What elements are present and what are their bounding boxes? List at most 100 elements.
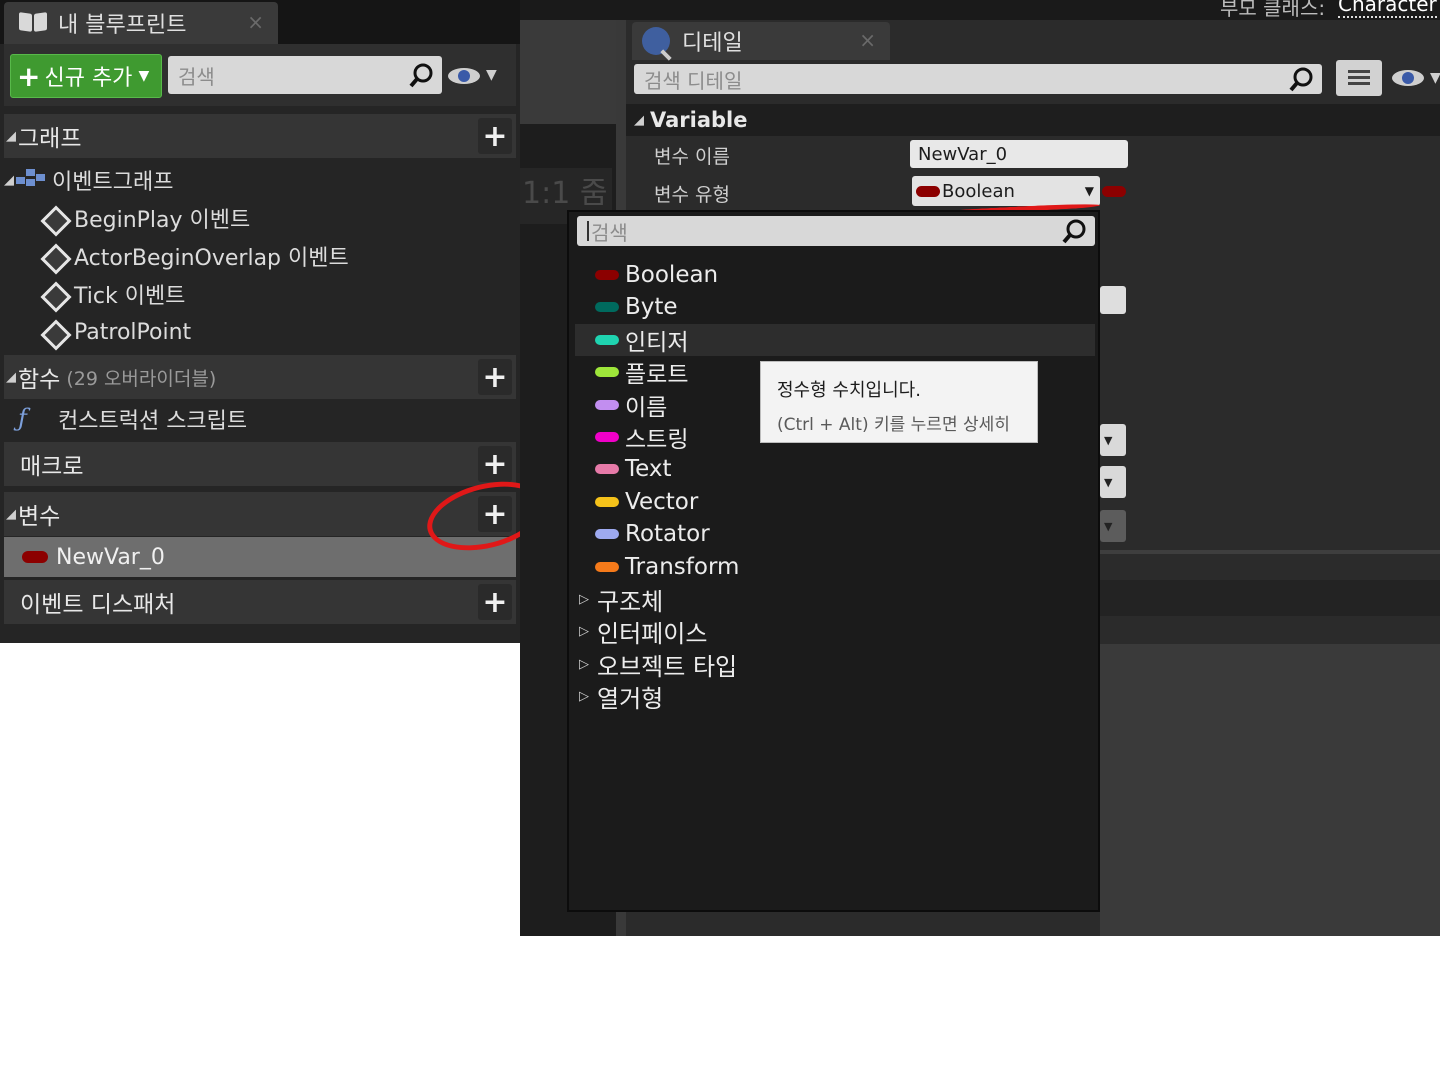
details-tab[interactable]: 디테일 × [632, 22, 890, 60]
section-graphs-title: 그래프 [18, 126, 82, 152]
add-macro-button[interactable]: + [478, 446, 512, 482]
type-pin-icon [595, 497, 619, 507]
type-group-label: 열거형 [597, 684, 664, 713]
search-icon [1062, 219, 1086, 244]
section-macros[interactable]: 매크로 + [4, 442, 516, 486]
type-group-label: 구조체 [597, 587, 664, 616]
collapse-arrow-icon: ◢ [634, 112, 644, 128]
add-function-button[interactable]: + [478, 359, 512, 395]
variable-section-header[interactable]: ◢ Variable [626, 104, 1440, 136]
chevron-down-icon: ▼ [1104, 433, 1113, 447]
tooltip-hint: (Ctrl + Alt) 키를 누르면 상세히 [777, 415, 1010, 435]
view-options-eye-icon[interactable] [448, 66, 482, 86]
section-functions[interactable]: ◢ 함수 (29 오버라이더블) + [4, 355, 516, 399]
section-macros-title: 매크로 [20, 454, 84, 480]
type-option-label: Rotator [625, 521, 710, 547]
tree-item-event[interactable]: BeginPlay 이벤트 [40, 200, 250, 236]
chevron-down-icon[interactable]: ▼ [1430, 70, 1440, 86]
type-option-label: 스트링 [625, 427, 689, 453]
add-new-button[interactable]: + 신규 추가 ▼ [10, 54, 162, 98]
type-option-label: Transform [625, 554, 740, 580]
event-node-icon [40, 243, 66, 269]
add-event-dispatcher-button[interactable]: + [478, 584, 512, 620]
event-label: Tick 이벤트 [74, 284, 186, 309]
event-node-icon [40, 281, 66, 307]
type-pin-icon [595, 464, 619, 474]
variable-name-input[interactable]: NewVar_0 [910, 140, 1128, 168]
expand-arrow-icon: ▷ [579, 623, 589, 639]
expand-arrow-icon: ▷ [579, 591, 589, 607]
close-icon[interactable]: × [247, 10, 264, 34]
collapse-arrow-icon: ◢ [6, 369, 16, 385]
event-label: BeginPlay 이벤트 [74, 208, 251, 233]
type-option[interactable]: Byte [575, 291, 1095, 323]
search-placeholder: 검색 디테일 [644, 68, 743, 93]
section-event-dispatchers[interactable]: 이벤트 디스패처 + [4, 580, 516, 624]
collapse-arrow-icon: ◢ [4, 172, 14, 188]
property-dropdown[interactable]: ▼ [1100, 466, 1126, 498]
tree-item-event-graph[interactable]: ◢ 이벤트그래프 [4, 162, 173, 198]
type-option-label: Boolean [625, 262, 719, 288]
type-option[interactable]: 인티저 [575, 324, 1095, 356]
details-info-icon [642, 27, 670, 55]
type-option[interactable]: Text [575, 453, 1095, 485]
type-group-label: 오브젝트 타입 [597, 652, 738, 681]
chevron-down-icon: ▼ [1104, 475, 1113, 489]
type-option-label: Text [625, 456, 672, 482]
type-pin-icon [595, 529, 619, 539]
type-option-label: Vector [625, 489, 699, 515]
override-count-note: (29 오버라이더블) [66, 367, 217, 390]
collapse-arrow-icon: ◢ [6, 128, 16, 144]
chevron-down-icon: ▼ [1084, 184, 1094, 198]
expand-arrow-icon: ▷ [579, 656, 589, 672]
tree-item-event[interactable]: ActorBeginOverlap 이벤트 [40, 238, 349, 274]
type-group[interactable]: ▷ 인터페이스 [579, 615, 707, 648]
type-tooltip: 정수형 수치입니다. (Ctrl + Alt) 키를 누르면 상세히 [760, 361, 1038, 443]
section-graphs[interactable]: ◢ 그래프 + [4, 114, 516, 158]
view-options-eye-icon[interactable] [1392, 68, 1426, 88]
details-empty-area [1100, 644, 1440, 936]
type-group[interactable]: ▷ 오브젝트 타입 [579, 648, 738, 681]
close-icon[interactable]: × [859, 28, 876, 52]
type-option[interactable]: Vector [575, 486, 1095, 518]
search-placeholder: 검색 [178, 64, 215, 89]
property-matrix-button[interactable] [1336, 60, 1382, 96]
tree-item-event[interactable]: Tick 이벤트 [40, 276, 185, 312]
tree-item-event[interactable]: PatrolPoint [40, 314, 191, 350]
container-type-pin-icon[interactable] [1102, 186, 1126, 197]
type-pin-icon [595, 562, 619, 572]
type-option[interactable]: Boolean [575, 259, 1095, 291]
type-option[interactable]: Transform [575, 551, 1095, 583]
property-dropdown[interactable]: ▼ [1100, 424, 1126, 456]
my-blueprint-tab-label: 내 블루프린트 [58, 13, 187, 38]
blueprint-search-input[interactable]: 검색 [168, 56, 442, 94]
type-group[interactable]: ▷ 구조체 [579, 583, 664, 616]
text-cursor [587, 221, 589, 241]
add-graph-button[interactable]: + [478, 118, 512, 154]
graph-editor-strip [520, 20, 616, 124]
type-pin-icon [595, 270, 619, 280]
boolean-type-pin-icon [916, 185, 940, 197]
section-functions-title: 함수 [18, 367, 61, 393]
construction-script-label: 컨스트럭션 스크립트 [58, 409, 248, 434]
details-search-input[interactable]: 검색 디테일 [634, 64, 1322, 94]
chevron-down-icon[interactable]: ▼ [486, 67, 497, 83]
variable-type-dropdown[interactable]: Boolean ▼ [912, 176, 1100, 206]
type-group[interactable]: ▷ 열거형 [579, 680, 664, 713]
boolean-type-pin-icon [22, 551, 48, 563]
graph-editor-top-bar: 부모 클래스: Character [520, 0, 1440, 20]
parent-class-label: 부모 클래스: [1220, 0, 1326, 20]
book-icon [18, 11, 48, 35]
type-option[interactable]: Rotator [575, 518, 1095, 550]
collapsed-section-header[interactable] [1100, 580, 1440, 616]
property-dropdown-disabled: ▼ [1100, 510, 1126, 542]
expand-arrow-icon: ▷ [579, 688, 589, 704]
tooltip-description: 정수형 수치입니다. [777, 380, 921, 401]
type-search-input[interactable]: 검색 [577, 216, 1095, 246]
my-blueprint-tab[interactable]: 내 블루프린트 × [4, 2, 278, 44]
event-graph-icon [16, 169, 46, 191]
add-new-label: 신규 추가 [44, 66, 133, 91]
parent-class-link[interactable]: Character [1338, 0, 1437, 18]
property-input[interactable] [1100, 286, 1126, 314]
tree-item-construction-script[interactable]: ƒ 컨스트럭션 스크립트 [18, 401, 247, 437]
